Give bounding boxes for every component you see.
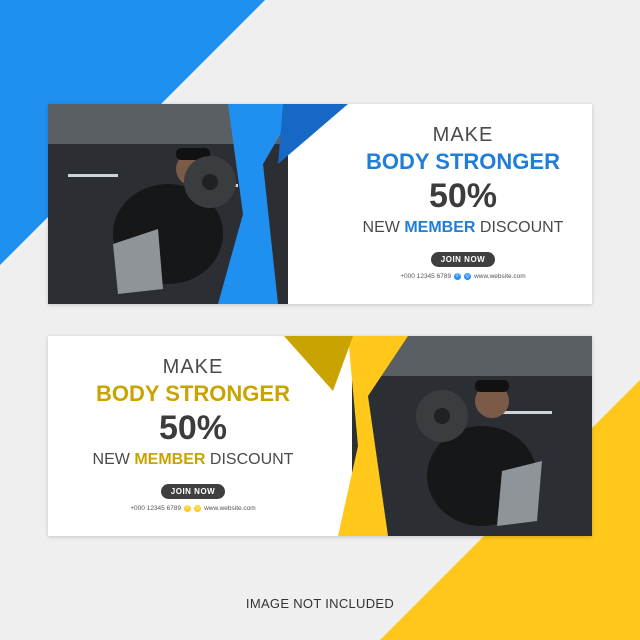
promo-copy-yellow: MAKE BODY STRONGER 50% NEW MEMBER DISCOU… <box>68 354 318 512</box>
promo-copy-blue: MAKE BODY STRONGER 50% NEW MEMBER DISCOU… <box>338 122 588 280</box>
phone-icon: ✆ <box>454 273 462 280</box>
website-text: www.website.com <box>474 273 526 280</box>
join-now-button[interactable]: JOIN NOW <box>430 252 496 267</box>
member-discount-line: NEW MEMBER DISCOUNT <box>338 216 588 240</box>
join-now-button[interactable]: JOIN NOW <box>160 484 226 499</box>
member-suffix: DISCOUNT <box>479 219 564 236</box>
contact-line: +000 12345 6789 ✆ ◎ www.website.com <box>338 273 588 280</box>
headline-text: BODY STRONGER <box>96 381 290 406</box>
phone-number: +000 12345 6789 <box>400 273 452 280</box>
member-highlight: MEMBER <box>134 451 206 468</box>
globe-icon: ◎ <box>464 273 472 280</box>
member-highlight: MEMBER <box>404 219 476 236</box>
website-text: www.website.com <box>204 505 256 512</box>
member-prefix: NEW <box>362 219 400 236</box>
banner-blue: MAKE BODY STRONGER 50% NEW MEMBER DISCOU… <box>48 104 592 304</box>
image-not-included-note: IMAGE NOT INCLUDED <box>245 596 395 611</box>
phone-icon: ✆ <box>184 505 192 512</box>
banner-yellow: MAKE BODY STRONGER 50% NEW MEMBER DISCOU… <box>48 336 592 536</box>
member-suffix: DISCOUNT <box>209 451 294 468</box>
member-prefix: NEW <box>92 451 130 468</box>
globe-icon: ◎ <box>194 505 202 512</box>
phone-number: +000 12345 6789 <box>130 505 182 512</box>
background-shapes <box>0 0 640 640</box>
member-discount-line: NEW MEMBER DISCOUNT <box>68 448 318 472</box>
headline-text: BODY STRONGER <box>366 149 560 174</box>
discount-percent: 50% <box>158 409 228 447</box>
contact-line: +000 12345 6789 ✆ ◎ www.website.com <box>68 505 318 512</box>
make-text: MAKE <box>162 356 224 378</box>
make-text: MAKE <box>432 124 494 146</box>
discount-percent: 50% <box>428 177 498 215</box>
